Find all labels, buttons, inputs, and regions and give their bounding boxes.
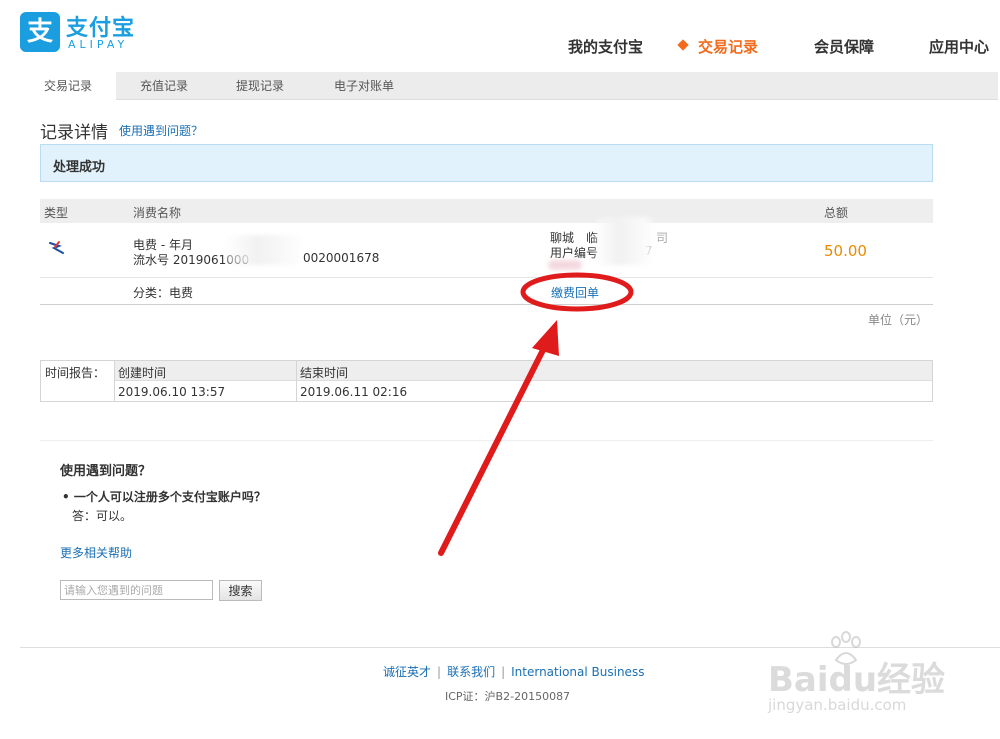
faq-title: 使用遇到问题？ <box>60 464 152 479</box>
faq-answer: 答：可以。 <box>72 509 133 523</box>
column-divider <box>114 361 115 401</box>
active-nav-diamond-icon <box>677 39 689 51</box>
redacted-blur <box>595 217 655 265</box>
footer-separator: | <box>501 665 506 679</box>
redacted-blur <box>225 235 305 265</box>
nav-member-protection[interactable]: 会员保障 <box>814 36 874 57</box>
category-text: 分类：电费 <box>133 286 194 300</box>
header: 支 支付宝 ALIPAY 我的支付宝 交易记录 会员保障 应用中心 <box>0 0 1000 72</box>
col-name: 消费名称 <box>133 206 182 220</box>
more-help-link[interactable]: 更多相关帮助 <box>60 544 132 561</box>
tab-transaction-records[interactable]: 交易记录 <box>20 72 116 100</box>
time-report-table: 时间报告： 创建时间 结束时间 2019.06.10 13:57 2019.06… <box>40 360 933 402</box>
tab-withdraw-records[interactable]: 提现记录 <box>212 72 308 100</box>
icp-license: ICP证：沪B2-20150087 <box>445 690 571 703</box>
tab-recharge-records[interactable]: 充值记录 <box>116 72 212 100</box>
help-link[interactable]: 使用遇到问题？ <box>119 122 203 139</box>
detail-table-header: 类型 消费名称 总额 <box>40 199 933 223</box>
watermark-brand: Baidu经验 <box>768 660 946 700</box>
col-type: 类型 <box>44 206 69 220</box>
page-title: 记录详情 <box>40 123 108 143</box>
serial-number-suffix: 0020001678 <box>303 251 380 265</box>
ended-time-value: 2019.06.11 02:16 <box>300 385 408 399</box>
electricity-type-icon <box>49 241 64 254</box>
faq-question[interactable]: • 一个人可以注册多个支付宝账户吗？ <box>62 488 266 505</box>
faq-search-input[interactable] <box>60 580 213 600</box>
tab-e-statement[interactable]: 电子对账单 <box>308 72 420 100</box>
column-divider <box>296 361 297 401</box>
redacted-blur <box>548 260 582 270</box>
nav-transaction-records[interactable]: 交易记录 <box>698 36 758 57</box>
status-banner: 处理成功 <box>40 144 933 182</box>
created-time-header: 创建时间 <box>118 366 167 380</box>
table-row: 分类：电费 缴费回单 <box>40 278 933 305</box>
nav-my-alipay[interactable]: 我的支付宝 <box>568 36 643 57</box>
created-time-value: 2019.06.10 13:57 <box>118 385 226 399</box>
search-button[interactable]: 搜索 <box>219 580 262 601</box>
user-number-label: 用户编号 <box>550 246 599 260</box>
ended-time-header: 结束时间 <box>300 366 349 380</box>
footer-links: 诚征英才 | 联系我们 | International Business <box>383 663 644 680</box>
watermark-url: jingyan.baidu.com <box>768 696 907 714</box>
time-report-header <box>114 361 932 381</box>
amount-value: 50.00 <box>824 242 867 260</box>
table-row: 电费 - 年月 流水号 2019061000 0020001678 聊城 临 司… <box>40 217 933 278</box>
sub-nav: 交易记录 充值记录 提现记录 电子对账单 <box>20 72 998 100</box>
unit-note: 单位（元） <box>868 313 929 327</box>
footer-link-careers[interactable]: 诚征英才 <box>383 665 431 679</box>
footer-link-international[interactable]: International Business <box>511 665 644 679</box>
col-amount: 总额 <box>824 206 849 220</box>
footer-separator: | <box>437 665 442 679</box>
footer-link-contact[interactable]: 联系我们 <box>447 665 495 679</box>
section-divider <box>40 440 933 441</box>
status-text: 处理成功 <box>53 160 106 175</box>
time-report-label: 时间报告： <box>45 366 106 380</box>
payment-receipt-link[interactable]: 缴费回单 <box>551 284 599 301</box>
org-name-suffix: 司 <box>656 231 669 245</box>
nav-app-center[interactable]: 应用中心 <box>929 36 989 57</box>
top-nav: 我的支付宝 交易记录 会员保障 应用中心 <box>0 36 1000 56</box>
